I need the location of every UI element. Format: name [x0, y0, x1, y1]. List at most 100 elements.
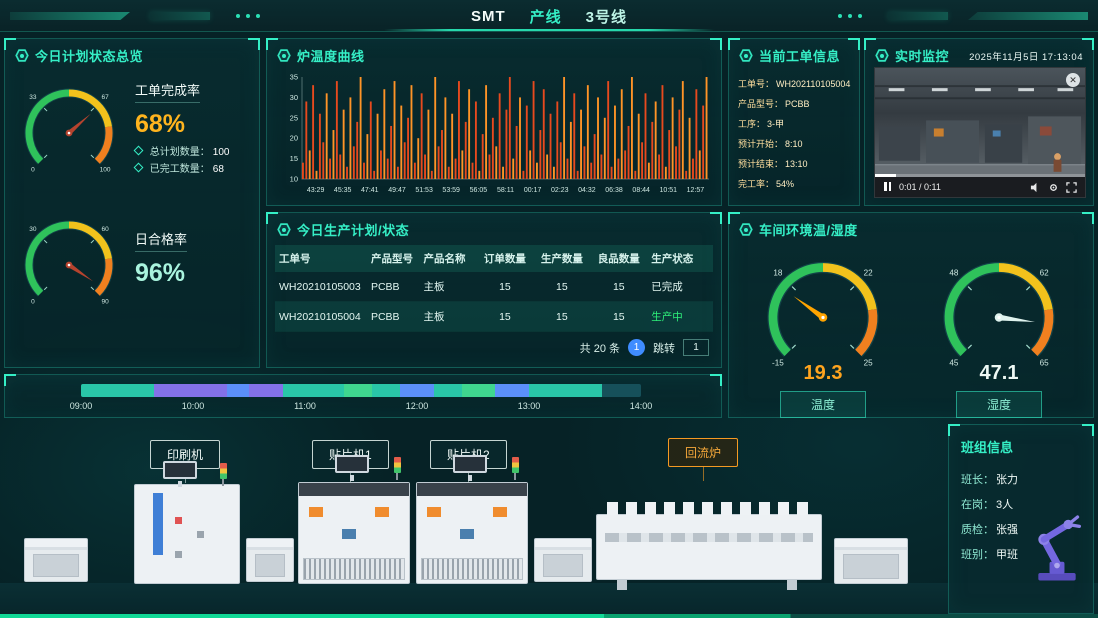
table-cell: 15 [533, 302, 590, 332]
panel-icon [875, 49, 889, 63]
mounter-machine-2 [416, 482, 528, 584]
panel-title: 班组信息 [949, 425, 1093, 464]
video-time: 0:01 / 0:11 [899, 182, 941, 192]
header-decoration [968, 12, 1088, 20]
table-row[interactable]: WH20210105004PCBB主板151515生产中 [275, 302, 713, 332]
panel-production-plan: 今日生产计划/状态 工单号产品型号产品名称订单数量生产数量良品数量生产状态WH2… [266, 212, 722, 368]
table-cell: 主板 [420, 272, 477, 302]
settings-icon[interactable] [1048, 182, 1059, 193]
timeline-tick: 14:00 [630, 401, 653, 411]
page-1-button[interactable]: 1 [628, 339, 645, 356]
field-row: 工单号：WH202110105004 [738, 74, 850, 94]
svg-text:47:41: 47:41 [361, 187, 379, 194]
machine-label-reflow-oven[interactable]: 回流炉 [668, 438, 738, 467]
furnace-temp-chart: 10152025303543:2945:3547:4149:4751:5353:… [275, 71, 715, 203]
header-underline [384, 29, 714, 31]
tab-production-line[interactable]: 产线 [530, 6, 562, 27]
svg-text:22: 22 [864, 268, 874, 277]
column-header: 工单号 [275, 245, 367, 272]
table-cell: 已完成 [647, 272, 713, 302]
humidity-label[interactable]: 湿度 [956, 391, 1042, 418]
table-cell: PCBB [367, 302, 420, 332]
video-player[interactable]: 0:01 / 0:11 [874, 67, 1086, 198]
timestamp: 2025年11月5日 17:13:04 [969, 49, 1083, 63]
worktable [834, 538, 908, 584]
panel-current-order: 当前工单信息 工单号：WH202110105004产品型号：PCBB工序：3-甲… [728, 38, 860, 206]
svg-text:-15: -15 [772, 359, 784, 368]
pass-rate-value: 96% [135, 259, 187, 288]
svg-text:49:47: 49:47 [388, 187, 406, 194]
header-brand: SMT [471, 8, 506, 25]
production-table: 工单号产品型号产品名称订单数量生产数量良品数量生产状态WH20210105003… [267, 243, 721, 332]
table-cell: 15 [590, 302, 647, 332]
column-header: 生产状态 [647, 245, 713, 272]
panel-title: 车间环境温/湿度 [759, 220, 858, 239]
table-cell: 主板 [420, 302, 477, 332]
fullscreen-icon[interactable] [1066, 182, 1077, 193]
header-decoration [838, 14, 842, 18]
svg-text:18: 18 [773, 268, 783, 277]
completion-rate-value: 68% [135, 110, 229, 139]
panel-icon [277, 223, 291, 237]
worktable [24, 538, 88, 582]
table-cell: WH20210105003 [275, 272, 367, 302]
svg-text:65: 65 [1040, 359, 1050, 368]
svg-text:51:53: 51:53 [415, 187, 433, 194]
field-row: 产品型号：PCBB [738, 94, 850, 114]
table-cell: PCBB [367, 272, 420, 302]
timeline-strip [81, 384, 641, 397]
signal-tower [512, 457, 519, 473]
column-header: 生产数量 [533, 245, 590, 272]
svg-text:53:59: 53:59 [442, 187, 460, 194]
timeline-tick: 13:00 [518, 401, 541, 411]
svg-text:10: 10 [290, 175, 298, 184]
tab-line-3[interactable]: 3号线 [586, 6, 627, 27]
svg-text:48: 48 [949, 268, 959, 277]
panel-team-info: 班组信息 班长：张力在岗：3人质检：张强班别：甲班 [948, 424, 1094, 614]
header-decoration [150, 12, 210, 20]
svg-text:43:29: 43:29 [307, 187, 325, 194]
close-icon[interactable] [1066, 73, 1080, 87]
field-row: 预计结束：13:10 [738, 154, 850, 174]
printer-machine [134, 484, 240, 584]
pagination: 共 20 条 1 跳转 [267, 332, 721, 363]
timeline-tick: 09:00 [70, 401, 93, 411]
svg-text:60: 60 [101, 226, 109, 233]
svg-text:08:44: 08:44 [632, 187, 650, 194]
signal-tower [220, 463, 227, 479]
panel-environment: 车间环境温/湿度 -15182225 19.3 温度 45486265 47.1… [728, 212, 1094, 418]
table-row[interactable]: WH20210105003PCBB主板151515已完成 [275, 272, 713, 302]
svg-text:30: 30 [290, 93, 298, 102]
video-controls: 0:01 / 0:11 [875, 177, 1085, 197]
svg-text:06:38: 06:38 [605, 187, 623, 194]
temperature-gauge: -15 18 22 25 [748, 245, 898, 380]
table-cell: 生产中 [647, 302, 713, 332]
table-cell: 15 [476, 272, 533, 302]
header-decoration [236, 14, 240, 18]
panel-icon [277, 49, 291, 63]
panel-title: 今日生产计划/状态 [297, 220, 409, 239]
reflow-oven-machine [596, 514, 822, 580]
column-header: 良品数量 [590, 245, 647, 272]
svg-text:0: 0 [31, 298, 35, 305]
volume-icon[interactable] [1030, 182, 1041, 193]
page-jump-input[interactable] [683, 339, 709, 356]
header-decoration [10, 12, 130, 20]
svg-text:25: 25 [864, 359, 874, 368]
table-cell: 15 [590, 272, 647, 302]
column-header: 产品名称 [420, 245, 477, 272]
svg-text:30: 30 [29, 226, 37, 233]
temperature-label[interactable]: 温度 [780, 391, 866, 418]
signal-tower [394, 457, 401, 473]
panel-live-monitor: 实时监控 2025年11月5日 17:13:04 [864, 38, 1094, 206]
field-row: 完工率：54% [738, 174, 850, 194]
pause-button[interactable] [883, 178, 892, 196]
field-row: 班长：张力 [961, 468, 1081, 493]
svg-text:15: 15 [290, 154, 298, 163]
svg-text:45:35: 45:35 [334, 187, 352, 194]
stat-completed: 已完工数量：68 [135, 161, 229, 178]
panel-title: 炉温度曲线 [297, 46, 365, 65]
svg-text:35: 35 [290, 73, 298, 82]
svg-text:90: 90 [101, 298, 109, 305]
svg-text:100: 100 [100, 166, 111, 173]
